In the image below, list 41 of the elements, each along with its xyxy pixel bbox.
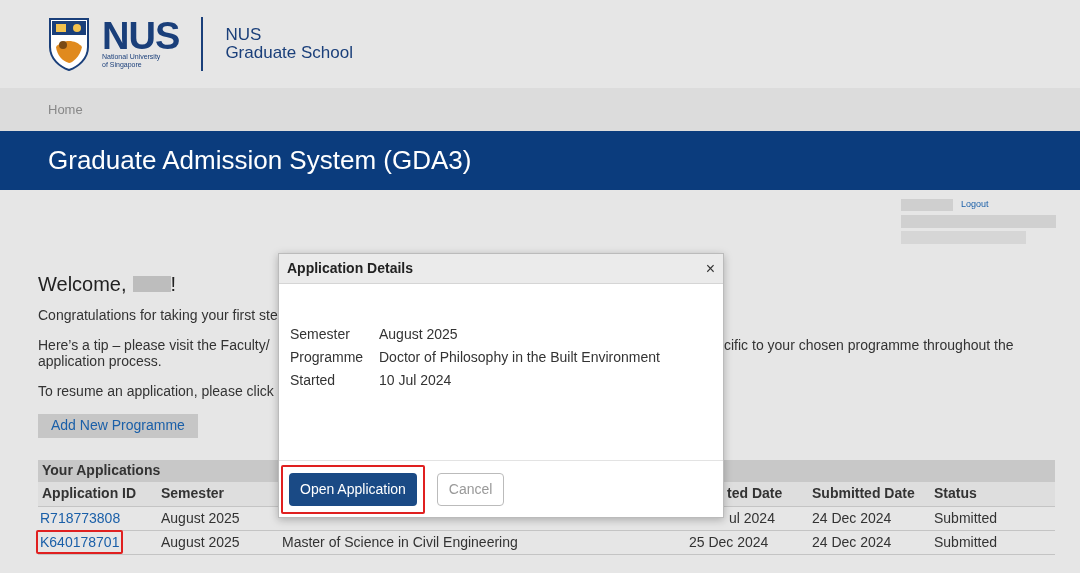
- column-header: Application ID: [41, 484, 138, 503]
- table-cell-text: 24 Dec 2024: [812, 532, 893, 552]
- table-title: Your Applications: [42, 461, 161, 480]
- cancel-button[interactable]: Cancel: [436, 472, 505, 506]
- page-title: Graduate Admission System (GDA3): [48, 144, 472, 177]
- paragraph-text: To resume an application, please click: [38, 383, 275, 399]
- school-name: NUS Graduate School: [225, 26, 353, 62]
- application-link[interactable]: K640178701: [36, 529, 124, 554]
- logo-wordmark: NUS: [102, 19, 180, 53]
- table-cell-text: 24 Dec 2024: [812, 508, 893, 528]
- logout-link[interactable]: Logout: [961, 198, 989, 212]
- add-programme-button[interactable]: Add New Programme: [38, 413, 198, 438]
- welcome-punctuation: !: [170, 272, 177, 297]
- column-header: ted Date: [726, 484, 784, 503]
- field-value: Doctor of Philosophy in the Built Environment: [379, 348, 661, 367]
- open-application-button[interactable]: Open Application: [289, 472, 417, 506]
- field-label: Semester: [290, 325, 351, 344]
- crest-icon: [48, 17, 90, 71]
- application-link[interactable]: R718773808: [36, 505, 125, 530]
- table-cell-text: Submitted: [934, 508, 999, 528]
- table-cell-text: August 2025: [161, 508, 241, 528]
- column-header: Status: [934, 484, 978, 503]
- paragraph-text: Congratulations for taking your first ste: [38, 307, 278, 323]
- field-label: Started: [290, 371, 337, 390]
- field-label: Programme: [290, 348, 365, 367]
- field-value: August 2025: [379, 325, 459, 344]
- table-cell-text: Master of Science in Civil Engineering: [282, 532, 519, 552]
- paragraph-text: cific to your chosen programme throughout the: [724, 337, 1015, 353]
- table-cell-text: 25 Dec 2024: [689, 532, 770, 552]
- table-cell-text: Submitted: [934, 532, 999, 552]
- paragraph-text: application process.: [38, 353, 162, 369]
- redacted-name: [132, 276, 171, 292]
- paragraph-text: Here’s a tip – please visit the Faculty/: [38, 337, 271, 353]
- welcome-heading: Welcome,: [38, 272, 127, 297]
- dialog-title: Application Details: [287, 259, 414, 278]
- table-cell-text: ul 2024: [728, 508, 776, 528]
- column-header: Semester: [161, 484, 226, 503]
- field-value: 10 Jul 2024: [379, 371, 453, 390]
- close-button[interactable]: ×: [705, 260, 715, 277]
- column-header: Submitted Date: [812, 484, 916, 503]
- table-cell-text: August 2025: [161, 532, 241, 552]
